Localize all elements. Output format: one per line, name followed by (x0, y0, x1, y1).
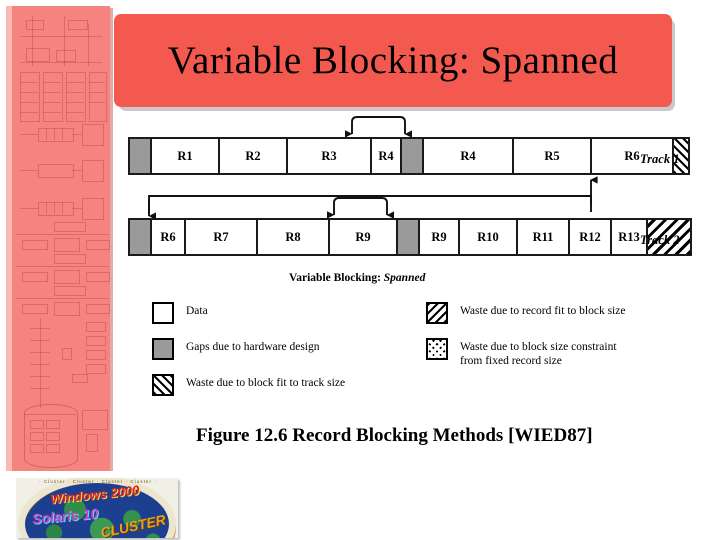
legend-label-data: Data (186, 305, 208, 317)
swatch-track-waste-icon (152, 374, 174, 396)
swatch-gaps-icon (152, 338, 174, 360)
legend-item-fixed-record-waste: Waste due to block size constraint from … (426, 338, 617, 368)
legend-title-italic: Spanned (383, 272, 426, 284)
connector-arrows (148, 116, 598, 220)
legend-title: Variable Blocking: Spanned (289, 272, 425, 284)
legend-item-data: Data (152, 302, 208, 324)
legend-item-track-waste: Waste due to block fit to track size (152, 374, 345, 396)
legend-label-gaps: Gaps due to hardware design (186, 341, 320, 353)
swatch-block-waste-icon (426, 302, 448, 324)
legend-item-gaps: Gaps due to hardware design (152, 338, 320, 360)
cluster-logo: · Cluster · Cluster · Cluster · Cluster … (16, 478, 178, 538)
swatch-data-icon (152, 302, 174, 324)
legend-item-block-waste: Waste due to record fit to block size (426, 302, 625, 324)
legend-title-regular: Variable Blocking: (289, 272, 384, 284)
legend-label-fixed-record-waste: Waste due to block size constraint from … (460, 341, 617, 367)
swatch-fixed-record-waste-icon (426, 338, 448, 360)
legend-label-block-waste: Waste due to record fit to block size (460, 305, 626, 317)
legend-label-track-waste: Waste due to block fit to track size (186, 377, 346, 389)
figure-caption: Figure 12.6 Record Blocking Methods [WIE… (196, 425, 593, 446)
